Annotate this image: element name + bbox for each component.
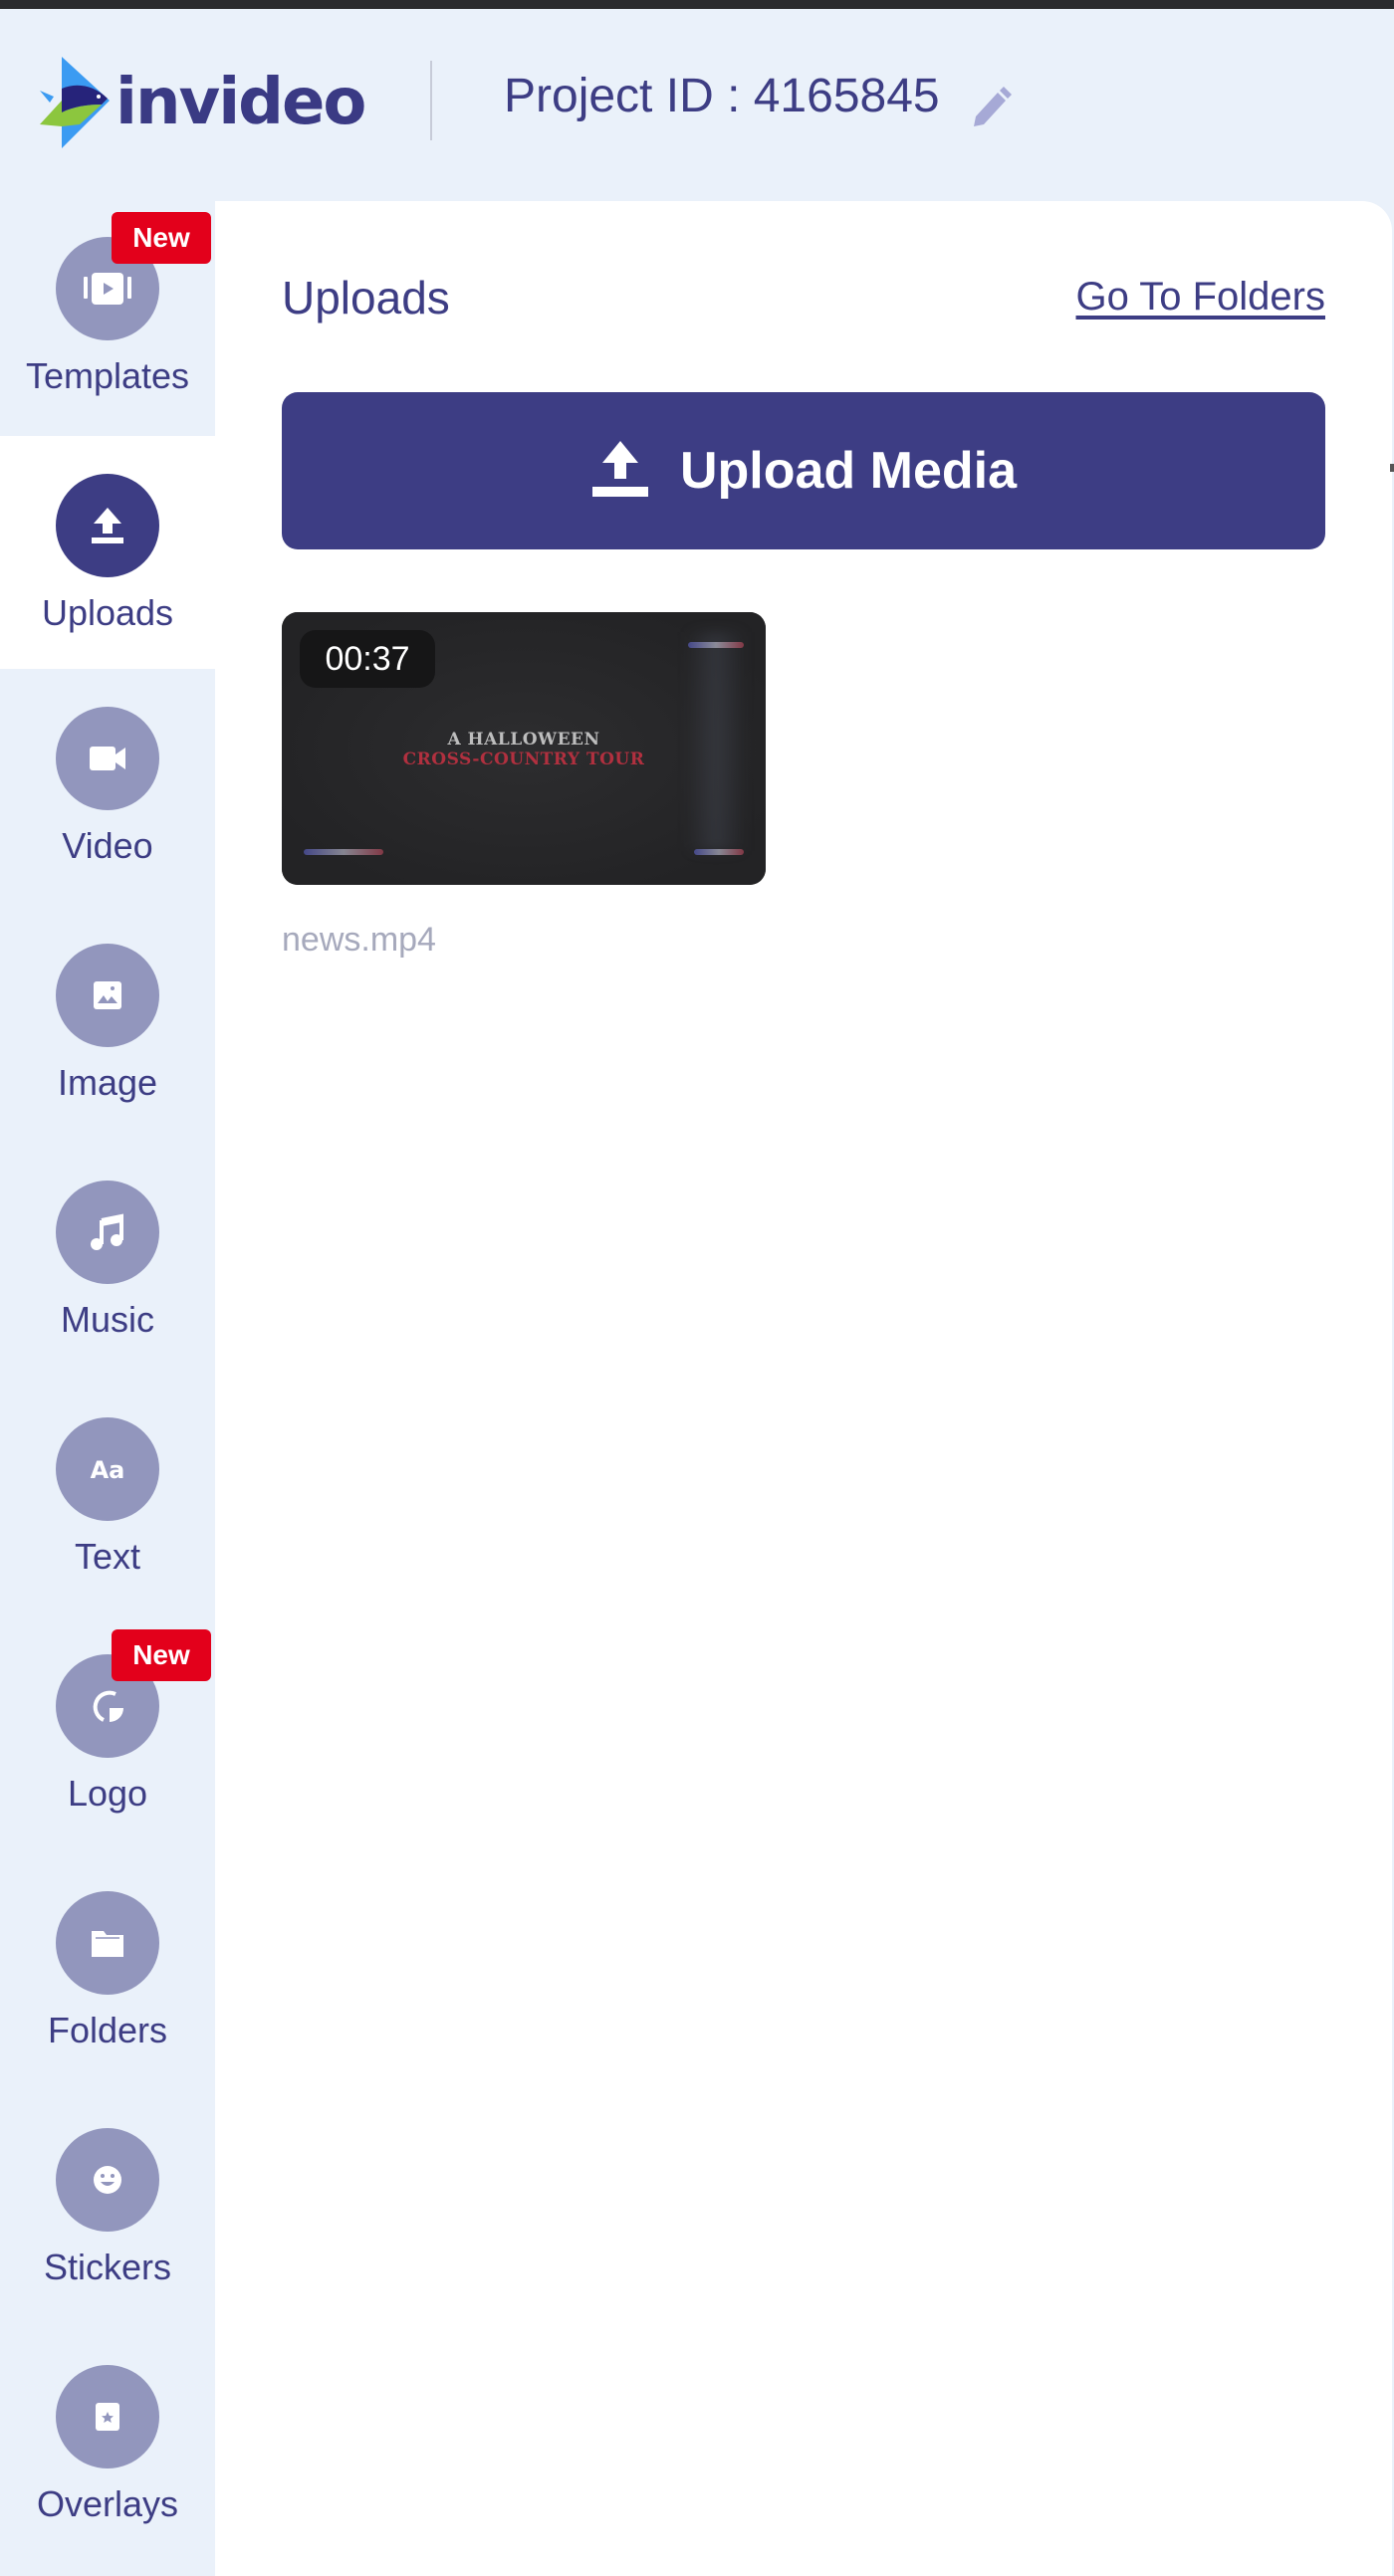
go-to-folders-link[interactable]: Go To Folders	[1076, 277, 1326, 317]
sidebar-item-text[interactable]: Aa Text	[0, 1380, 215, 1616]
upload-icon	[591, 441, 648, 497]
sidebar-item-label: Video	[62, 825, 153, 866]
sidebar-item-label: Logo	[67, 1773, 148, 1814]
music-note-icon	[56, 1181, 159, 1284]
sidebar-item-uploads[interactable]: Uploads	[0, 436, 215, 669]
sidebar-item-folders[interactable]: Folders	[0, 1853, 215, 2090]
sidebar-item-label: Folders	[47, 2010, 168, 2050]
upload-icon	[56, 474, 159, 577]
thumbnail-title-line-1: A HALLOWEEN	[447, 730, 600, 750]
uploads-panel: Uploads Go To Folders Upload Media A HAL…	[215, 201, 1392, 2576]
thumbnail-corner-mark	[688, 642, 744, 648]
new-badge: New	[112, 1629, 211, 1681]
collapse-handle[interactable]	[1390, 464, 1394, 472]
smiley-icon	[56, 2128, 159, 2232]
sidebar-item-overlays[interactable]: Overlays	[0, 2327, 215, 2564]
sidebar-item-label: Image	[57, 1062, 158, 1103]
invideo-logo-icon	[40, 57, 110, 148]
sidebar-item-stickers[interactable]: Stickers	[0, 2090, 215, 2327]
svg-text:Aa: Aa	[91, 1456, 125, 1484]
upload-media-label: Upload Media	[679, 442, 1018, 500]
sidebar-item-label: Uploads	[41, 592, 174, 633]
brand-name: invideo	[116, 66, 366, 139]
thumbnail-title-line-2: CROSS-COUNTRY TOUR	[402, 750, 645, 769]
sidebar-item-label: Text	[74, 1536, 141, 1577]
invideo-logo[interactable]: invideo	[36, 53, 366, 152]
sidebar-item-label: Templates	[25, 355, 190, 396]
sidebar-item-music[interactable]: Music	[0, 1143, 215, 1380]
media-thumbnail[interactable]: A HALLOWEEN CROSS-COUNTRY TOUR 00:37	[282, 612, 766, 885]
new-badge: New	[112, 212, 211, 264]
upload-media-button[interactable]: Upload Media	[282, 392, 1325, 549]
project-id: Project ID : 4165845	[504, 70, 940, 122]
panel-title: Uploads	[282, 272, 450, 323]
thumbnail-corner-mark	[694, 849, 744, 855]
header-divider	[430, 61, 432, 140]
browser-top-edge	[0, 0, 1394, 9]
sidebar-item-image[interactable]: Image	[0, 906, 215, 1143]
video-camera-icon	[56, 707, 159, 810]
thumbnail-corner-mark	[304, 849, 383, 855]
sidebar-item-label: Overlays	[36, 2483, 179, 2524]
header: invideo Project ID : 4165845	[0, 9, 1394, 198]
sidebar-item-label: Music	[60, 1299, 154, 1340]
sidebar-item-video[interactable]: Video	[0, 669, 215, 906]
folder-icon	[56, 1891, 159, 1995]
duration-badge: 00:37	[300, 630, 435, 688]
media-filename: news.mp4	[282, 921, 436, 959]
pencil-icon[interactable]	[966, 85, 1016, 134]
image-icon	[56, 944, 159, 1047]
sidebar-item-label: Stickers	[43, 2247, 172, 2287]
overlay-star-icon	[56, 2365, 159, 2469]
text-aa-icon: Aa	[56, 1417, 159, 1521]
sidebar: Templates New Uploads Video Image Music …	[0, 199, 215, 2576]
